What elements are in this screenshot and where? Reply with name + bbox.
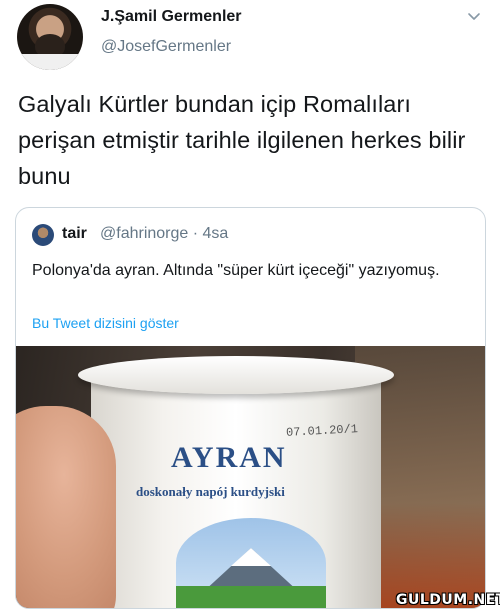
show-thread-link[interactable]: Bu Tweet dizisini göster <box>32 315 179 331</box>
quoted-tweet-text: Polonya'da ayran. Altında "süper kürt iç… <box>32 262 440 279</box>
author-handle[interactable]: @JosefGermenler <box>101 38 231 56</box>
quoted-author-meta: @fahrinorge · 4sa <box>100 225 229 242</box>
holding-thumb <box>16 406 116 608</box>
quoted-tweet-photo[interactable]: 07.01.20/1 AYRAN doskonały napój kurdyjs… <box>16 346 485 608</box>
watermark: GULDUM.NET <box>396 592 500 608</box>
cup-rim <box>78 356 394 394</box>
mountain-snow <box>231 548 271 566</box>
mountain-illustration <box>176 518 326 608</box>
mountain-grass <box>176 586 326 608</box>
cup-brand-label: AYRAN <box>171 441 287 474</box>
chevron-down-icon[interactable] <box>466 8 482 24</box>
cup-sub-label: doskonały napój kurdyjski <box>136 484 285 499</box>
tweet-text: Galyalı Kürtler bundan içip Romalıları p… <box>18 91 466 189</box>
quoted-tweet-card[interactable]: tair @fahrinorge · 4sa Polonya'da ayran.… <box>15 207 486 609</box>
quoted-author-avatar[interactable] <box>32 224 54 246</box>
quoted-author-name[interactable]: tair <box>62 225 87 243</box>
avatar-shirt <box>17 54 83 70</box>
author-display-name[interactable]: J.Şamil Germenler <box>101 8 242 26</box>
author-avatar[interactable] <box>17 4 83 70</box>
